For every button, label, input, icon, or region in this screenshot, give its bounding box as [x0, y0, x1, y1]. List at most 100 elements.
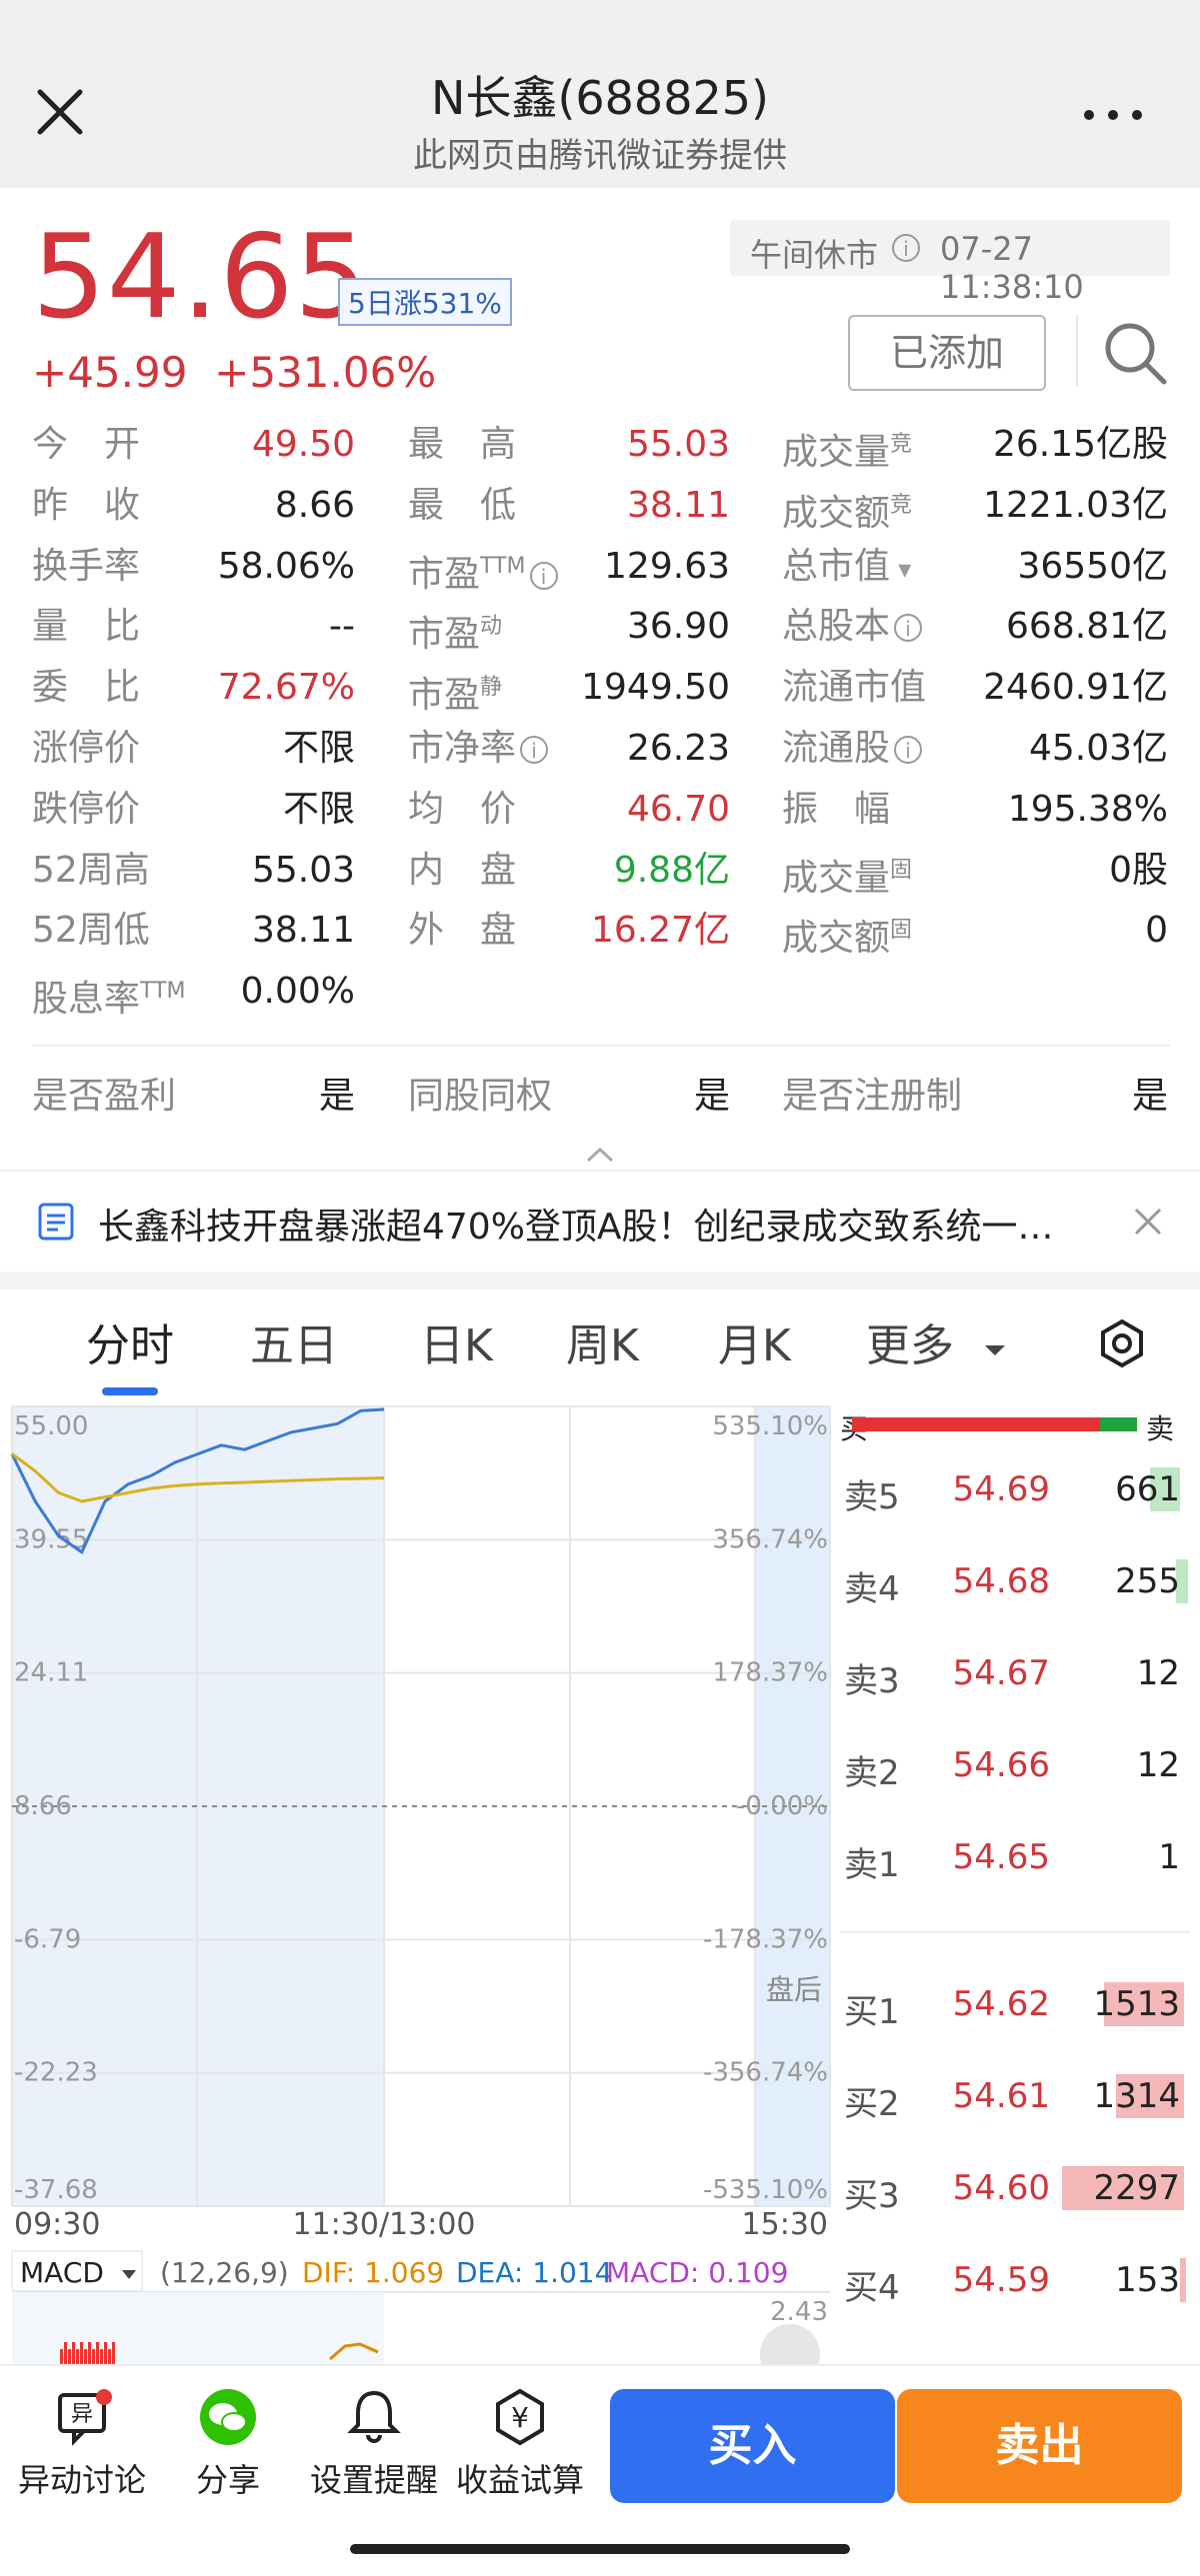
stat-value: 26.15亿股 [992, 424, 1168, 465]
stat-label-text: 成交额 [782, 918, 891, 960]
home-indicator [350, 2544, 850, 2554]
chevron-up-icon[interactable] [585, 1145, 615, 1165]
macd-bar [60, 2349, 63, 2364]
ask-level-label: 卖1 [844, 1845, 900, 1885]
stat-label-text: 总股本 [782, 606, 891, 648]
share-button[interactable]: 分享 [158, 2387, 298, 2501]
left-tick-label: 24.11 [14, 1658, 88, 1688]
stat-label: 均 价 [408, 785, 516, 835]
stat-label-text: 最 低 [408, 484, 517, 526]
stat-label: 市盈静 [408, 663, 502, 717]
dropdown-caret-icon[interactable]: ▾ [890, 555, 911, 585]
flag-label-registration: 是否注册制 [782, 1076, 963, 1117]
order-book-divider [840, 1931, 1190, 1933]
stat-value: 1949.50 [581, 667, 730, 709]
bid-level-label: 买3 [844, 2176, 900, 2216]
bid-volume: 1513 [1093, 1984, 1180, 2024]
tab-five-day[interactable]: 五日 [250, 1311, 338, 1381]
buy-button[interactable]: 买入 [610, 2389, 895, 2503]
tab-monthly-k[interactable]: 月K [718, 1311, 791, 1381]
left-tick-label: 8.66 [14, 1791, 72, 1821]
stat-value: 0.00% [240, 971, 355, 1013]
stat-label: 今 开 [32, 420, 140, 470]
stat-label-text: 涨停价 [32, 728, 141, 769]
intraday-chart[interactable]: 55.00 535.10%39.55 356.74%24.11 178.37%8.66… [0, 1394, 1200, 2364]
stat-label: 最 低 [408, 481, 516, 531]
after-hours-label: 盘后 [766, 1973, 822, 2006]
time-axis-label: 11:30/13:00 [292, 2207, 475, 2242]
page-title: N长鑫(688825) [431, 71, 769, 125]
right-tick-label: 535.10% [712, 1411, 828, 1441]
stat-value: 55.03 [251, 849, 355, 891]
info-icon[interactable]: i [894, 736, 923, 764]
bid-level-label: 买1 [844, 1992, 900, 2032]
right-tick-label: 178.37% [712, 1658, 828, 1688]
ask-volume: 12 [1136, 1745, 1180, 1785]
stat-value: 58.06% [217, 545, 355, 587]
bid-level-label: 买4 [844, 2268, 900, 2308]
sell-button[interactable]: 卖出 [897, 2389, 1182, 2503]
stat-value: 0股 [1109, 849, 1168, 891]
ask-volume: 12 [1136, 1653, 1180, 1693]
stat-label-text: 市盈 [408, 675, 481, 717]
stat-label: 涨停价 [32, 724, 140, 774]
flag-value-registration: 是 [1131, 1076, 1168, 1117]
stat-label-text: 市盈 [408, 614, 481, 656]
info-icon[interactable]: i [892, 234, 920, 262]
chart-settings-icon[interactable] [1096, 1317, 1148, 1369]
tab-daily-k[interactable]: 日K [420, 1311, 493, 1381]
stat-label: 流通市值 [782, 663, 926, 713]
more-options-icon[interactable] [1080, 90, 1150, 140]
ask-level-label: 卖5 [844, 1477, 900, 1517]
macd-scroll-handle [760, 2324, 820, 2364]
stat-value: 38.11 [626, 484, 730, 526]
discussion-button[interactable]: 异 异动讨论 [12, 2387, 152, 2501]
current-price: 54.65 [32, 210, 370, 345]
stat-label: 成交量竞 [782, 420, 912, 473]
svg-text:异: 异 [71, 2402, 93, 2427]
macd-bar [80, 2342, 83, 2364]
stat-label-superscript: 竞 [890, 492, 913, 518]
tab-weekly-k[interactable]: 周K [566, 1311, 639, 1381]
stat-value: 46.70 [626, 788, 730, 830]
stat-value: 38.11 [251, 910, 355, 952]
left-tick-label: -37.68 [14, 2175, 98, 2205]
stat-label: 跌停价 [32, 785, 140, 835]
tab-intraday[interactable]: 分时 [86, 1311, 174, 1381]
search-icon[interactable] [1100, 318, 1170, 388]
stat-label: 振 幅 [782, 785, 890, 835]
change-percent: +531.06% [214, 348, 437, 397]
stat-value: 195.38% [1007, 788, 1168, 830]
set-alert-button[interactable]: 设置提醒 [304, 2387, 444, 2501]
stat-label: 成交额固 [782, 906, 913, 960]
stat-value: 16.27亿 [590, 910, 730, 952]
quote-timestamp: 07-27 11:38:10 [940, 230, 1084, 306]
tab-more[interactable]: 更多 [866, 1311, 1008, 1381]
watchlist-added-button[interactable]: 已添加 [848, 315, 1046, 391]
stat-label-superscript: 固 [890, 918, 913, 944]
stat-label-text: 市盈 [408, 553, 481, 595]
macd-dif: DIF: 1.069 [302, 2256, 444, 2289]
stat-value: 36550亿 [1017, 545, 1168, 587]
share-label: 分享 [195, 2461, 260, 2499]
profit-calculator-button[interactable]: ¥ 收益试算 [450, 2387, 590, 2501]
page-subtitle: 此网页由腾讯微证券提供 [413, 136, 787, 176]
stat-label-text: 流通市值 [782, 667, 927, 709]
wechat-icon [200, 2389, 256, 2445]
stat-label-text: 委 比 [32, 667, 141, 709]
stat-label: 总市值 ▾ [782, 542, 911, 592]
info-icon[interactable]: i [894, 614, 923, 643]
bid-price: 54.60 [952, 2168, 1050, 2208]
macd-params: (12,26,9) [160, 2256, 289, 2289]
flag-value-equal-rights: 是 [693, 1076, 730, 1117]
bid-price: 54.61 [952, 2076, 1050, 2116]
close-news-icon[interactable] [1132, 1206, 1164, 1242]
stat-label: 昨 收 [32, 481, 140, 531]
stat-label-text: 今 开 [32, 424, 141, 465]
ask-price: 54.66 [952, 1745, 1050, 1785]
macd-bar [84, 2349, 87, 2364]
news-headline[interactable]: 长鑫科技开盘暴涨超470%登顶A股！创纪录成交致系统一… [98, 1198, 1108, 1250]
macd-label: MACD [20, 2256, 104, 2289]
change-amount: +45.99 [32, 348, 188, 397]
stat-value: 668.81亿 [1006, 606, 1168, 648]
